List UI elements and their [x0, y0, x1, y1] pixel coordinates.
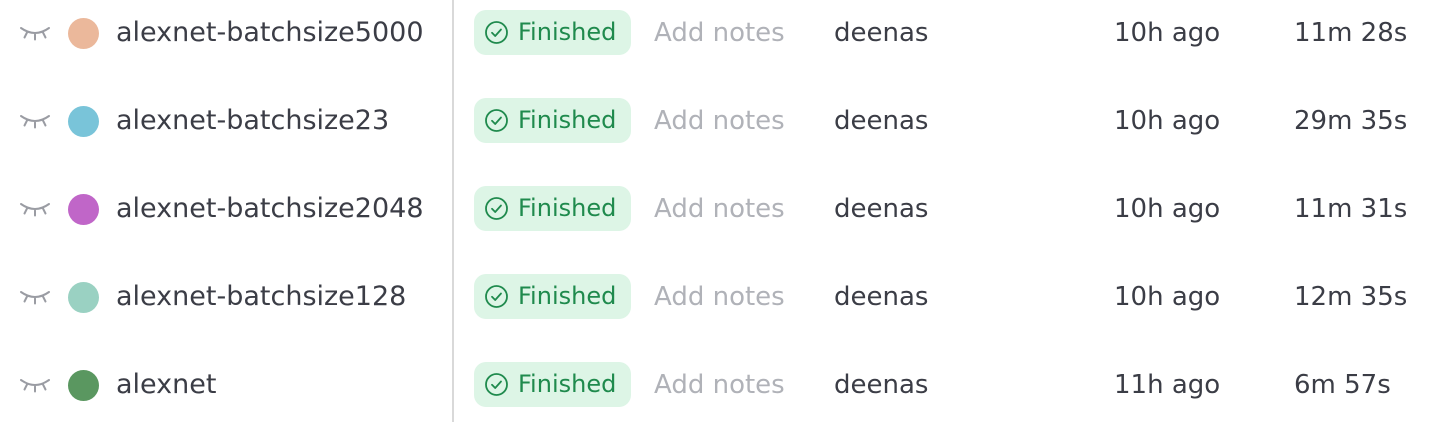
created-time: 10h ago: [1114, 18, 1221, 48]
eye-closed-icon[interactable]: [18, 376, 52, 394]
eye-closed-icon[interactable]: [18, 200, 52, 218]
run-name-link[interactable]: alexnet-batchsize23: [116, 104, 389, 138]
check-circle-icon: [484, 196, 509, 221]
created-time: 10h ago: [1114, 194, 1221, 224]
status-label: Finished: [518, 370, 617, 398]
notes-field[interactable]: Add notes: [654, 368, 785, 402]
runtime: 12m 35s: [1294, 282, 1408, 312]
user-name: deenas: [834, 282, 929, 312]
check-circle-icon: [484, 372, 509, 397]
check-circle-icon: [484, 284, 509, 309]
eye-closed-icon[interactable]: [18, 24, 52, 42]
notes-field[interactable]: Add notes: [654, 104, 785, 138]
user-name: deenas: [834, 18, 929, 48]
check-circle-icon: [484, 108, 509, 133]
runtime: 11m 31s: [1294, 194, 1408, 224]
run-color-dot[interactable]: [68, 194, 99, 225]
table-row[interactable]: alexnet-batchsize128 Finished Add notes …: [0, 264, 1446, 352]
status-badge: Finished: [474, 186, 631, 231]
created-time: 11h ago: [1114, 370, 1221, 400]
table-row[interactable]: alexnet-batchsize23 Finished Add notes d…: [0, 88, 1446, 176]
check-circle-icon: [484, 20, 509, 45]
created-time: 10h ago: [1114, 282, 1221, 312]
table-row[interactable]: alexnet-batchsize5000 Finished Add notes…: [0, 0, 1446, 88]
run-color-dot[interactable]: [68, 370, 99, 401]
run-color-dot[interactable]: [68, 282, 99, 313]
status-label: Finished: [518, 282, 617, 310]
runtime: 11m 28s: [1294, 18, 1408, 48]
eye-closed-icon[interactable]: [18, 288, 52, 306]
run-name-link[interactable]: alexnet-batchsize128: [116, 280, 406, 314]
table-row[interactable]: alexnet-batchsize2048 Finished Add notes…: [0, 176, 1446, 264]
user-name: deenas: [834, 106, 929, 136]
runtime: 29m 35s: [1294, 106, 1408, 136]
user-name: deenas: [834, 194, 929, 224]
status-label: Finished: [518, 18, 617, 46]
status-badge: Finished: [474, 362, 631, 407]
status-badge: Finished: [474, 274, 631, 319]
status-label: Finished: [518, 194, 617, 222]
created-time: 10h ago: [1114, 106, 1221, 136]
status-label: Finished: [518, 106, 617, 134]
status-badge: Finished: [474, 98, 631, 143]
notes-field[interactable]: Add notes: [654, 192, 785, 226]
run-name-link[interactable]: alexnet: [116, 368, 216, 402]
run-name-link[interactable]: alexnet-batchsize5000: [116, 16, 424, 50]
runtime: 6m 57s: [1294, 370, 1391, 400]
table-row[interactable]: alexnet Finished Add notes deenas 11h ag…: [0, 352, 1446, 440]
notes-field[interactable]: Add notes: [654, 16, 785, 50]
eye-closed-icon[interactable]: [18, 112, 52, 130]
notes-field[interactable]: Add notes: [654, 280, 785, 314]
run-color-dot[interactable]: [68, 18, 99, 49]
status-badge: Finished: [474, 10, 631, 55]
user-name: deenas: [834, 370, 929, 400]
run-color-dot[interactable]: [68, 106, 99, 137]
run-name-link[interactable]: alexnet-batchsize2048: [116, 192, 424, 226]
